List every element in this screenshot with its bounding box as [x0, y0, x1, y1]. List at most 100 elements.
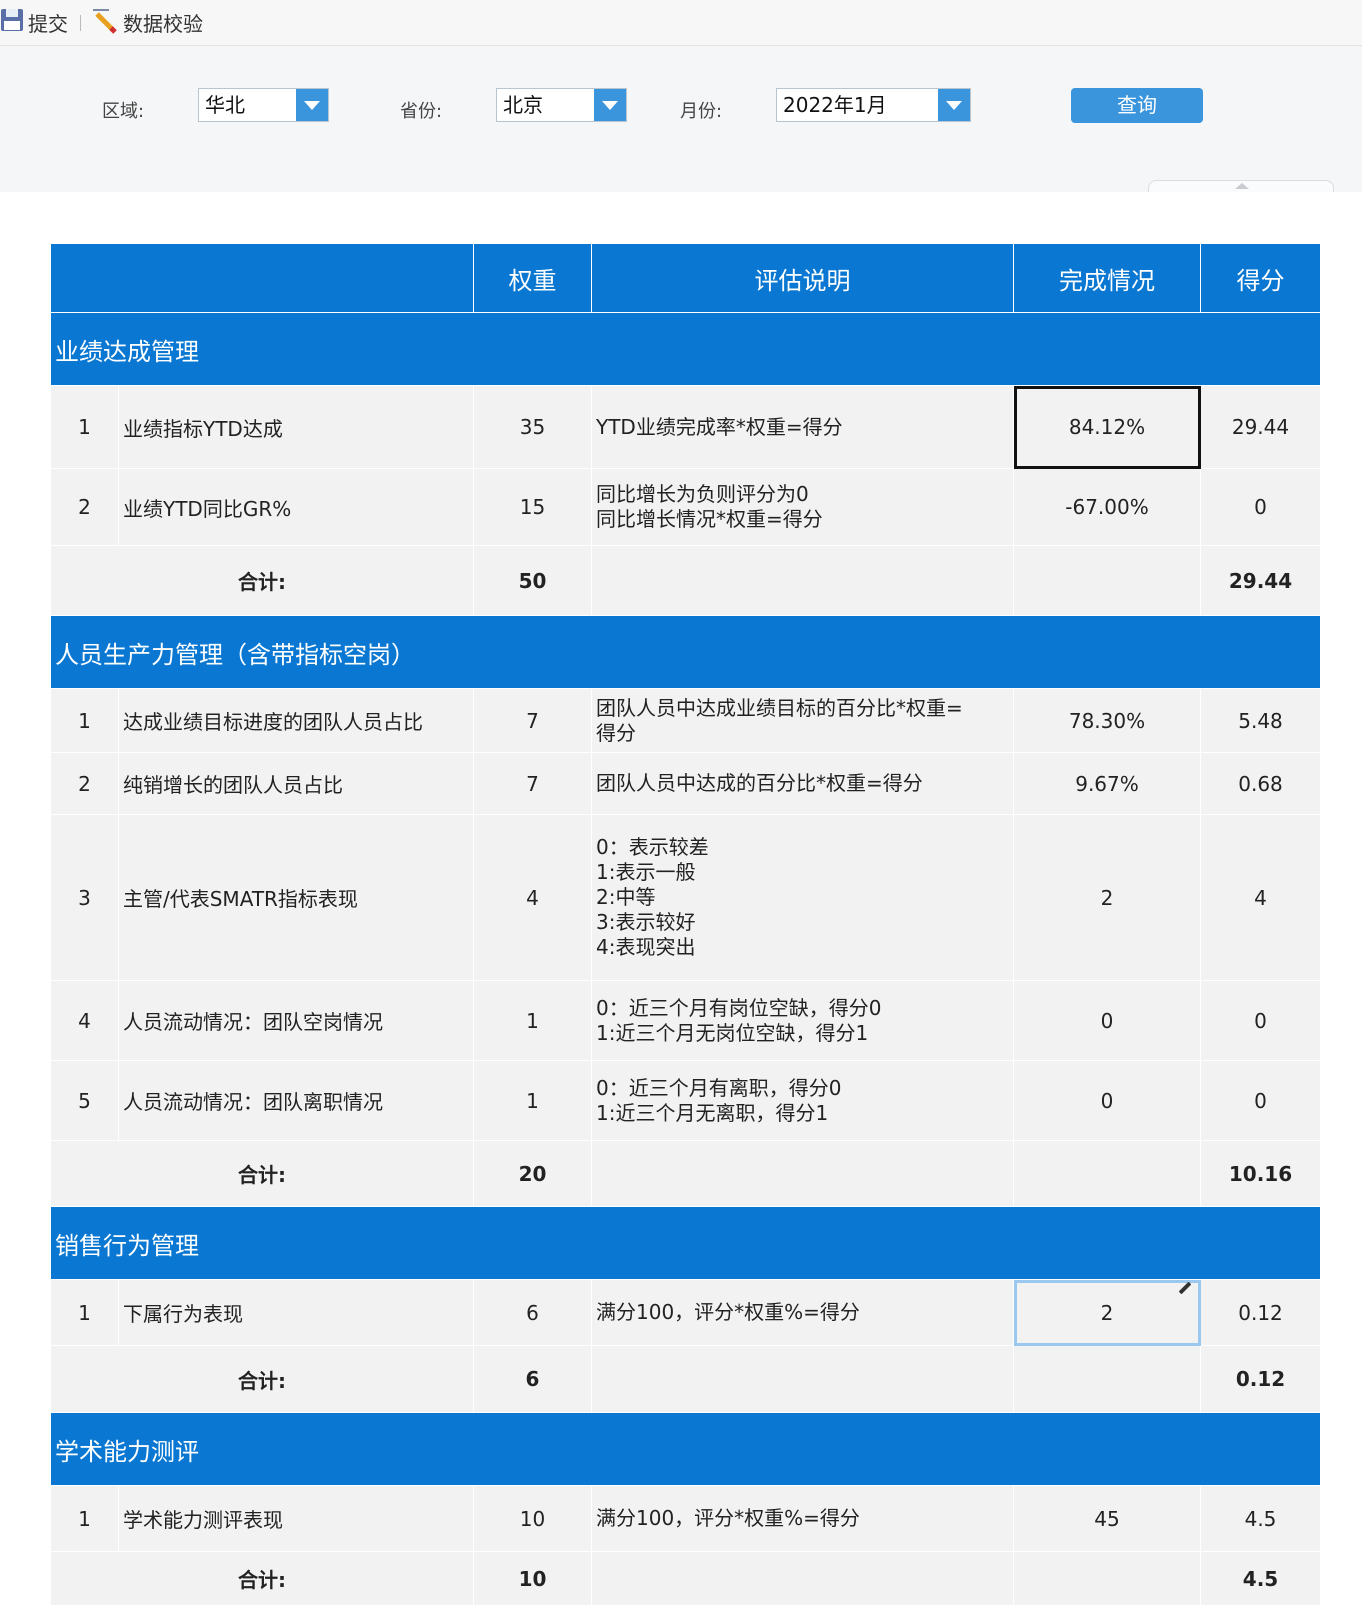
description-line: 满分100，评分*权重%=得分 [596, 1300, 860, 1324]
section-title: 学术能力测评 [50, 1412, 1321, 1486]
data-validate-button[interactable]: 数据校验 [91, 0, 203, 46]
chevron-down-icon[interactable] [594, 89, 626, 121]
section-header-row: 业绩达成管理 [50, 312, 1321, 386]
total-score: 10.16 [1200, 1140, 1321, 1207]
weight-cell: 10 [473, 1485, 592, 1552]
indicator-name: 业绩指标YTD达成 [118, 385, 474, 469]
total-score: 0.12 [1200, 1345, 1321, 1413]
table-row: 2 纯销增长的团队人员占比 7 团队人员中达成的百分比*权重=得分 9.67% 0.68 [50, 752, 1321, 815]
row-number: 5 [50, 1060, 119, 1141]
total-weight: 10 [473, 1551, 592, 1606]
region-label: 区域: [102, 101, 145, 122]
description-cell: 团队人员中达成业绩目标的百分比*权重= 得分 [591, 688, 1014, 753]
table-row: 4 人员流动情况：团队空岗情况 1 0：近三个月有岗位空缺，得分0 1:近三个月无岗位空… [50, 980, 1321, 1061]
submit-label: 提交 [28, 12, 68, 36]
description-line: 同比增长情况*权重=得分 [596, 507, 823, 531]
indicator-name: 下属行为表现 [118, 1279, 474, 1346]
description-line: 0：表示较差 [596, 835, 709, 859]
empty-cell [591, 1551, 1014, 1606]
description-line: 团队人员中达成业绩目标的百分比*权重= [596, 695, 963, 720]
row-number: 1 [50, 688, 119, 753]
total-label: 合计: [50, 1551, 474, 1606]
score-cell: 0 [1200, 1060, 1321, 1141]
description-line: 4:表现突出 [596, 935, 696, 959]
month-label: 月份: [680, 101, 723, 122]
total-label: 合计: [50, 545, 474, 616]
section-title: 业绩达成管理 [50, 312, 1321, 386]
section-title: 人员生产力管理（含带指标空岗） [50, 615, 1321, 689]
completion-cell[interactable]: 84.12% [1013, 385, 1201, 469]
month-select[interactable]: 2022年1月 [776, 88, 971, 122]
chevron-down-icon[interactable] [938, 89, 970, 121]
section-header-row: 销售行为管理 [50, 1206, 1321, 1280]
total-row: 合计: 6 0.12 [50, 1345, 1321, 1413]
empty-cell [591, 1140, 1014, 1207]
score-cell: 4.5 [1200, 1485, 1321, 1552]
completion-cell[interactable]: 45 [1013, 1485, 1201, 1552]
submit-button[interactable]: 提交 [0, 0, 68, 46]
completion-cell[interactable]: 2 [1013, 1279, 1201, 1346]
table-header-row: 权重 评估说明 完成情况 得分 [50, 243, 1321, 313]
toolbar: 提交 数据校验 [0, 0, 1362, 46]
header-desc: 评估说明 [591, 243, 1014, 313]
row-number: 4 [50, 980, 119, 1061]
description-line: 同比增长为负则评分为0 [596, 482, 809, 506]
total-label: 合计: [50, 1140, 474, 1207]
completion-cell[interactable]: 0 [1013, 1060, 1201, 1141]
description-cell: 0：近三个月有岗位空缺，得分0 1:近三个月无岗位空缺，得分1 [591, 980, 1014, 1061]
score-cell: 4 [1200, 814, 1321, 981]
data-validate-label: 数据校验 [123, 12, 203, 36]
indicator-name: 人员流动情况：团队空岗情况 [118, 980, 474, 1061]
description-line: YTD业绩完成率*权重=得分 [596, 414, 843, 439]
completion-cell[interactable]: 0 [1013, 980, 1201, 1061]
score-cell: 0 [1200, 468, 1321, 546]
toolbar-divider [80, 14, 81, 31]
table-row: 1 下属行为表现 6 满分100，评分*权重%=得分 2 0.12 [50, 1279, 1321, 1346]
table-row: 2 业绩YTD同比GR% 15 同比增长为负则评分为0 同比增长情况*权重=得分 -67.… [50, 468, 1321, 546]
completion-cell[interactable]: 9.67% [1013, 752, 1201, 815]
filter-panel: 区域: 华北 省份: 北京 月份: 2022年1月 查询 [0, 46, 1362, 192]
description-line: 得分 [596, 720, 636, 745]
table-row: 5 人员流动情况：团队离职情况 1 0：近三个月有离职，得分0 1:近三个月无离职，得分… [50, 1060, 1321, 1141]
description-line: 2:中等 [596, 885, 656, 909]
total-row: 合计: 50 29.44 [50, 545, 1321, 616]
row-number: 1 [50, 385, 119, 469]
completion-cell[interactable]: -67.00% [1013, 468, 1201, 546]
completion-cell[interactable]: 78.30% [1013, 688, 1201, 753]
header-weight: 权重 [473, 243, 592, 313]
month-value: 2022年1月 [783, 93, 887, 117]
row-number: 3 [50, 814, 119, 981]
indicator-name: 学术能力测评表现 [118, 1485, 474, 1552]
completion-cell[interactable]: 2 [1013, 814, 1201, 981]
description-cell: 同比增长为负则评分为0 同比增长情况*权重=得分 [591, 468, 1014, 546]
header-name [50, 243, 474, 313]
header-completion: 完成情况 [1013, 243, 1201, 313]
description-cell: YTD业绩完成率*权重=得分 [591, 385, 1014, 469]
description-cell: 团队人员中达成的百分比*权重=得分 [591, 752, 1014, 815]
empty-cell [1013, 1345, 1201, 1413]
region-select[interactable]: 华北 [198, 88, 329, 122]
query-button[interactable]: 查询 [1071, 88, 1203, 123]
row-number: 1 [50, 1279, 119, 1346]
description-line: 1:近三个月无离职，得分1 [596, 1100, 829, 1125]
collapse-toggle[interactable] [1148, 180, 1334, 192]
description-cell: 0：表示较差 1:表示一般 2:中等 3:表示较好 4:表现突出 [591, 814, 1014, 981]
province-select[interactable]: 北京 [496, 88, 627, 122]
description-line: 团队人员中达成的百分比*权重=得分 [596, 771, 923, 795]
empty-cell [1013, 1140, 1201, 1207]
row-number: 2 [50, 468, 119, 546]
weight-cell: 15 [473, 468, 592, 546]
section-title: 销售行为管理 [50, 1206, 1321, 1280]
total-score: 29.44 [1200, 545, 1321, 616]
table-row: 1 学术能力测评表现 10 满分100，评分*权重%=得分 45 4.5 [50, 1485, 1321, 1552]
total-weight: 6 [473, 1345, 592, 1413]
total-score: 4.5 [1200, 1551, 1321, 1606]
province-value: 北京 [503, 93, 543, 117]
table-row: 1 达成业绩目标进度的团队人员占比 7 团队人员中达成业绩目标的百分比*权重= 得分 78… [50, 688, 1321, 753]
description-cell: 0：近三个月有离职，得分0 1:近三个月无离职，得分1 [591, 1060, 1014, 1141]
empty-cell [1013, 545, 1201, 616]
description-line: 满分100，评分*权重%=得分 [596, 1506, 860, 1530]
chevron-down-icon[interactable] [296, 89, 328, 121]
table-row: 3 主管/代表SMATR指标表现 4 0：表示较差 1:表示一般 2:中等 3:表示较好 4:… [50, 814, 1321, 981]
weight-cell: 7 [473, 688, 592, 753]
